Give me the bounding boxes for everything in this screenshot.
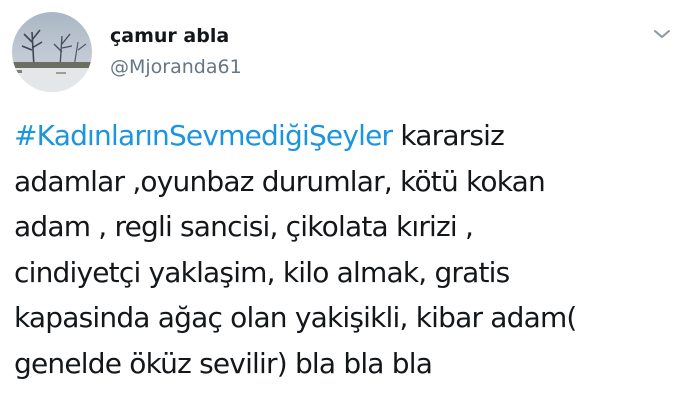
tweet-line: kapasinda ağaç olan yakişikli, kibar ada… [14, 301, 577, 334]
tweet-line: #KadınlarınSevmediğiŞeyler kararsiz [14, 113, 684, 159]
avatar[interactable] [12, 12, 92, 92]
tweet-text-segment: kararsiz [392, 119, 505, 152]
chevron-down-icon[interactable] [650, 24, 674, 44]
tweet-card: çamur abla @Mjoranda61 #KadınlarınSevmed… [0, 0, 690, 398]
tweet-line: cindiyetçi yaklaşim, kilo almak, gratis [14, 255, 510, 289]
tweet-line: adamlar ,oyunbaz durumlar, kötü kokan [14, 164, 546, 198]
tweet-line: genelde öküz sevilir) bla bla bla [14, 346, 433, 380]
hashtag-link[interactable]: #KadınlarınSevmediğiŞeyler [14, 119, 393, 152]
avatar-image [12, 12, 92, 92]
user-handle[interactable]: @Mjoranda61 [110, 55, 242, 79]
display-name[interactable]: çamur abla [110, 24, 229, 48]
tweet-line: adam , regli sancisi, çikolata kırizi , [14, 210, 474, 243]
tweet-text: #KadınlarınSevmediğiŞeyler kararsiz adam… [14, 113, 684, 386]
